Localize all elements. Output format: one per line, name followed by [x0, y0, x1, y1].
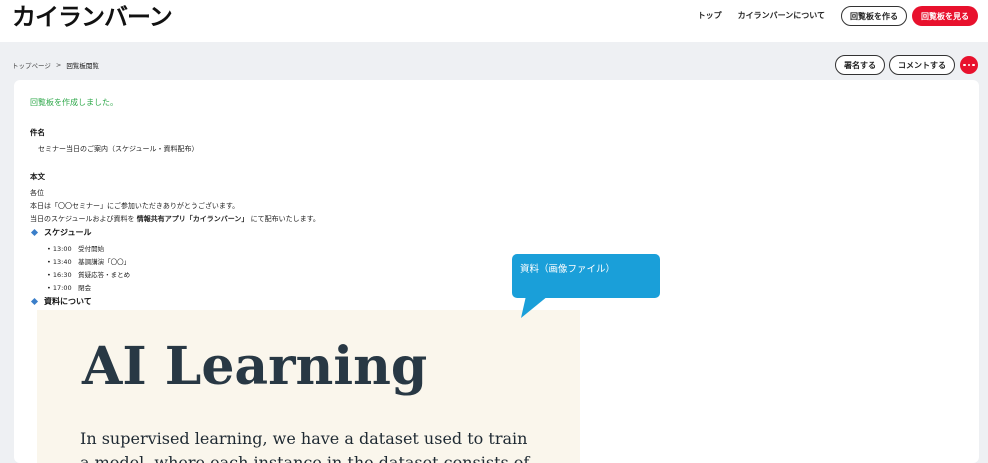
breadcrumb-separator: >: [55, 61, 62, 69]
schedule-item: • 13:00 受付開始: [47, 245, 105, 253]
callout-tail: [521, 296, 548, 318]
nav-top-link[interactable]: トップ: [698, 6, 722, 26]
body-line-distribution-post: にて配布いたします。: [248, 215, 320, 223]
more-horizontal-icon: [963, 63, 966, 67]
materials-heading-text: 資料について: [44, 297, 92, 306]
more-options-button[interactable]: [960, 56, 978, 74]
diamond-bullet-icon: [30, 228, 39, 237]
board-card: 回覧板を作成しました。 件名 セミナー当日のご案内（スケジュール・資料配布） 本…: [14, 80, 979, 463]
document-body-text: In supervised learning, we have a datase…: [80, 427, 529, 463]
breadcrumb-current: 回覧板閲覧: [66, 62, 99, 70]
view-board-button[interactable]: 回覧板を見る: [912, 6, 978, 26]
breadcrumb-home[interactable]: トップページ: [12, 60, 51, 70]
body-label: 本文: [30, 172, 45, 181]
document-line: In supervised learning, we have a datase…: [80, 429, 528, 448]
more-dot: [967, 63, 971, 67]
site-header: カイランバーン トップ カイランバーンについて 回覧板を作る 回覧板を見る: [0, 0, 988, 42]
attached-document-image[interactable]: AI Learning In supervised learning, we h…: [37, 310, 580, 463]
schedule-heading: スケジュール: [30, 227, 92, 238]
body-line-greeting: 各位: [30, 189, 44, 197]
subject-label: 件名: [30, 128, 45, 137]
site-logo[interactable]: カイランバーン: [12, 2, 173, 32]
subject-text: セミナー当日のご案内（スケジュール・資料配布）: [38, 145, 199, 153]
document-title: AI Learning: [82, 336, 428, 397]
breadcrumb: トップページ > 回覧板閲覧: [12, 60, 99, 70]
schedule-heading-text: スケジュール: [44, 228, 92, 237]
annotation-callout: 資料（画像ファイル）: [512, 254, 660, 298]
body-line-distribution-pre: 当日のスケジュールおよび資料を: [30, 215, 137, 223]
create-board-button[interactable]: 回覧板を作る: [841, 6, 907, 26]
sign-button[interactable]: 署名する: [835, 55, 885, 75]
more-dot: [972, 63, 975, 67]
body-line-thanks: 本日は「〇〇セミナー」にご参加いただきありがとうございます。: [30, 202, 240, 210]
schedule-item: • 13:40 基調講演「〇〇」: [47, 258, 131, 266]
header-nav: トップ カイランバーンについて 回覧板を作る 回覧板を見る: [698, 6, 988, 26]
comment-button[interactable]: コメントする: [889, 55, 955, 75]
schedule-item: • 16:30 質疑応答・まとめ: [47, 271, 131, 279]
callout-text: 資料（画像ファイル）: [520, 264, 616, 275]
document-line: a model, where each instance in the data…: [80, 453, 530, 463]
success-message: 回覧板を作成しました。: [30, 98, 118, 107]
diamond-bullet-icon: [30, 297, 39, 306]
board-actions: 署名する コメントする: [831, 55, 978, 75]
body-line-distribution: 当日のスケジュールおよび資料を 情報共有アプリ「カイランバーン」 にて配布いたし…: [30, 214, 320, 224]
schedule-item: • 17:00 閉会: [47, 284, 92, 292]
body-line-app-name: 情報共有アプリ「カイランバーン」: [136, 215, 249, 223]
nav-about-link[interactable]: カイランバーンについて: [738, 6, 825, 26]
materials-heading: 資料について: [30, 296, 92, 307]
